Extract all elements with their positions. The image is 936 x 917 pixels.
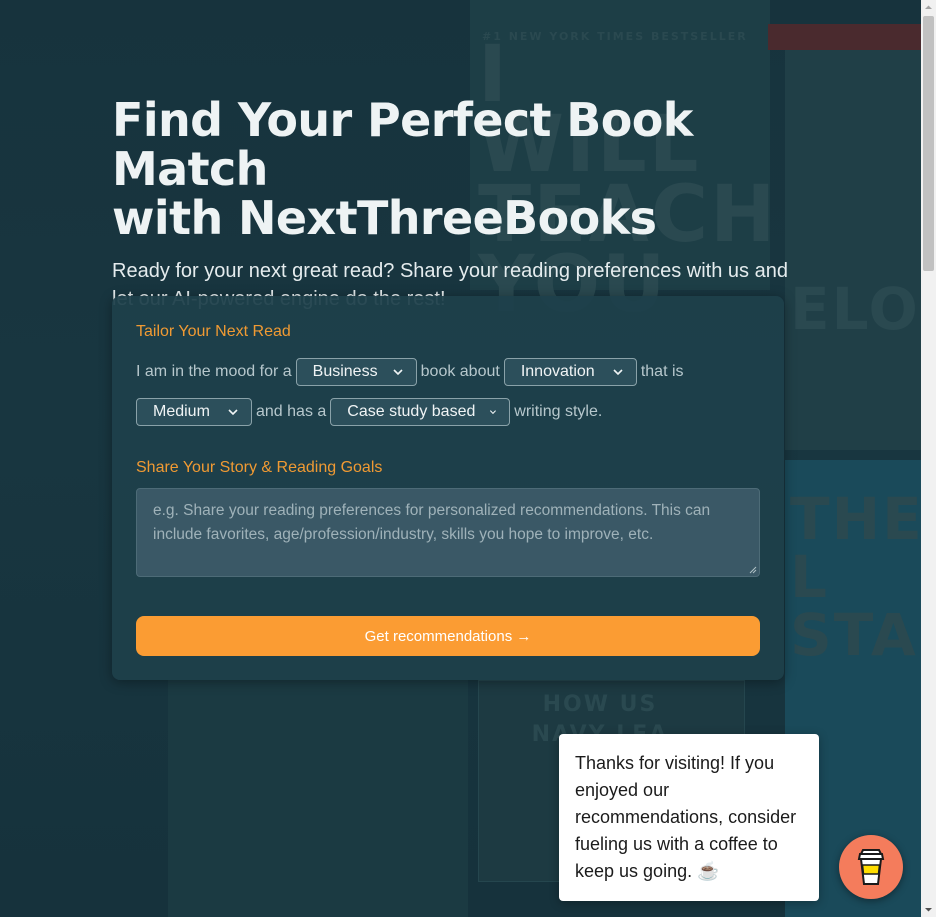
- section-title-story: Share Your Story & Reading Goals: [136, 459, 383, 476]
- chevron-down-icon: [228, 409, 238, 416]
- length-select[interactable]: Medium: [136, 398, 252, 426]
- support-popup: Thanks for visiting! If you enjoyed our …: [559, 734, 819, 901]
- style-select-value: Case study based: [347, 403, 476, 420]
- page-title: Find Your Perfect Book Match with NextTh…: [112, 96, 792, 243]
- sentence-text: I am in the mood for a: [136, 363, 292, 380]
- genre-select[interactable]: Business: [295, 358, 417, 386]
- sentence-text: book about: [420, 363, 500, 380]
- sentence-text: and has a: [256, 403, 327, 420]
- story-placeholder: e.g. Share your reading preferences for …: [153, 502, 711, 543]
- genre-select-value: Business: [312, 363, 378, 380]
- scroll-up-icon[interactable]: [924, 3, 933, 12]
- coffee-cup-icon: [857, 849, 885, 885]
- get-recommendations-button[interactable]: Get recommendations →: [136, 616, 760, 656]
- sentence-text: writing style.: [514, 403, 603, 420]
- length-select-value: Medium: [153, 403, 210, 420]
- page-scrollbar[interactable]: [921, 0, 936, 917]
- background-book-cover: [785, 30, 921, 450]
- background-book-banner: [768, 24, 921, 50]
- preference-sentence: I am in the mood for a Business book abo…: [136, 357, 766, 437]
- story-textarea[interactable]: e.g. Share your reading preferences for …: [136, 488, 760, 577]
- chevron-down-icon: [393, 369, 403, 376]
- section-title-tailor: Tailor Your Next Read: [136, 323, 291, 340]
- support-popup-message: Thanks for visiting! If you enjoyed our …: [575, 753, 797, 881]
- topic-select-value: Innovation: [520, 363, 595, 380]
- scrollbar-thumb[interactable]: [923, 16, 934, 271]
- preference-row: Medium and has a Case study based writin…: [136, 397, 766, 427]
- resize-grip-icon[interactable]: [749, 566, 757, 574]
- chevron-down-icon: [613, 369, 623, 376]
- chevron-down-icon: [490, 410, 497, 415]
- background-book-cover: [168, 680, 468, 917]
- page-title-line1: Find Your Perfect Book Match: [112, 93, 693, 196]
- style-select[interactable]: Case study based: [330, 398, 511, 426]
- hero: Find Your Perfect Book Match with NextTh…: [112, 96, 792, 313]
- buy-coffee-button[interactable]: [839, 835, 903, 899]
- topic-select[interactable]: Innovation: [503, 358, 637, 386]
- page-title-line2: with NextThreeBooks: [112, 191, 657, 245]
- preference-row: I am in the mood for a Business book abo…: [136, 357, 766, 387]
- sentence-text: that is: [640, 363, 684, 380]
- recommendation-form: Tailor Your Next Read I am in the mood f…: [112, 296, 784, 680]
- background-book-text: ELON M: [790, 275, 921, 343]
- scroll-down-icon[interactable]: [924, 905, 933, 914]
- background-book-text: THE L STAR: [790, 485, 921, 669]
